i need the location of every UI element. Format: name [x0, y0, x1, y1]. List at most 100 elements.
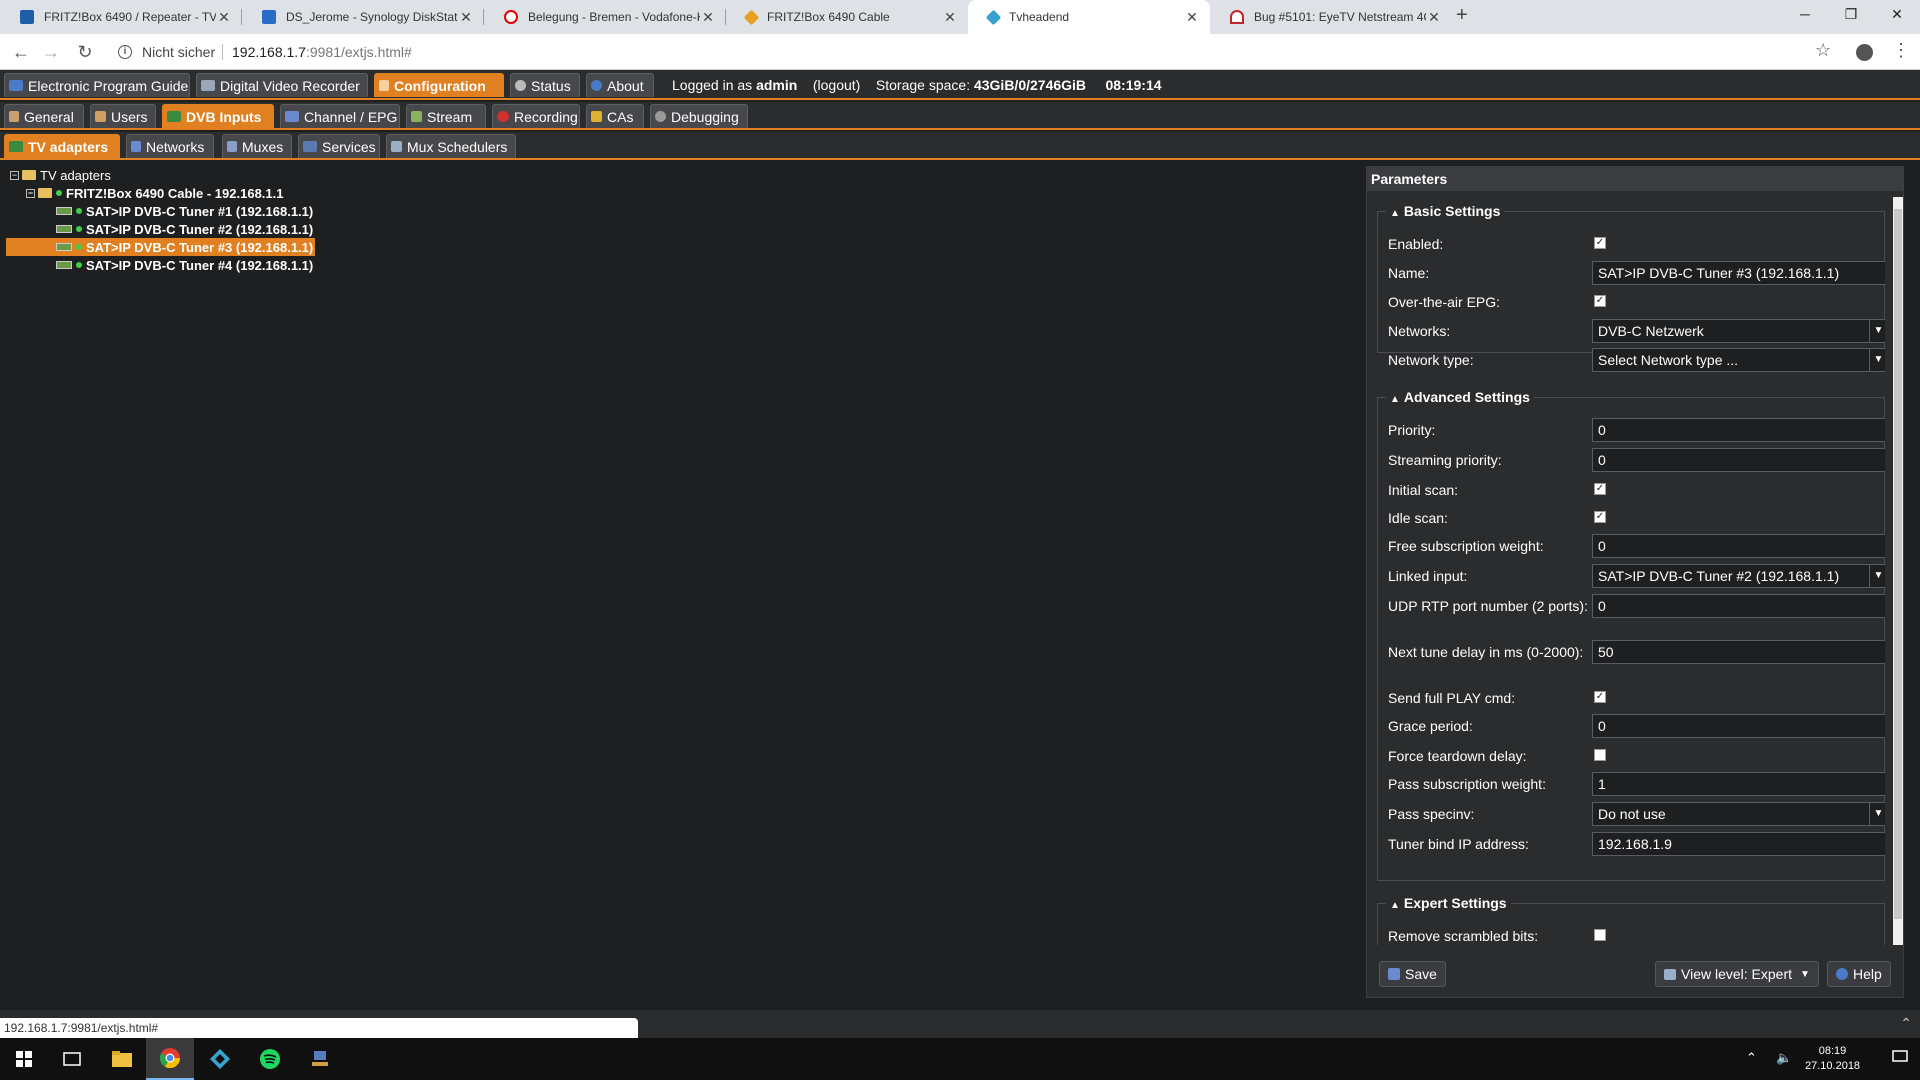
tab-debugging[interactable]: Debugging	[650, 104, 748, 128]
chrome-icon[interactable]	[146, 1038, 194, 1080]
close-icon[interactable]: ✕	[216, 9, 232, 26]
bookmark-star-icon[interactable]: ☆	[1815, 40, 1831, 61]
fritz-icon	[743, 9, 760, 25]
tree-root[interactable]: − TV adapters	[10, 166, 111, 184]
name-input[interactable]: SAT>IP DVB-C Tuner #3 (192.168.1.1)	[1592, 261, 1885, 285]
url-input[interactable]: 192.168.1.7:9981/extjs.html#	[232, 44, 412, 60]
file-explorer-icon[interactable]	[98, 1038, 146, 1080]
tab-cas[interactable]: CAs	[586, 104, 644, 128]
tab-status[interactable]: Status	[510, 73, 580, 97]
linked-input-select[interactable]: SAT>IP DVB-C Tuner #2 (192.168.1.1) ▼	[1592, 564, 1885, 588]
help-button[interactable]: Help	[1827, 961, 1891, 987]
expert-settings-toggle[interactable]: ▲ Expert Settings	[1386, 895, 1511, 911]
chevron-up-icon[interactable]: ⌃	[1900, 1015, 1912, 1032]
enabled-checkbox[interactable]: ✓	[1594, 237, 1606, 249]
maximize-icon[interactable]: ❐	[1828, 0, 1874, 30]
browser-tab[interactable]: FRITZ!Box 6490 Cable ✕	[726, 0, 968, 34]
kodi-icon[interactable]	[196, 1038, 244, 1080]
grace-period-input[interactable]: 0	[1592, 714, 1885, 738]
storage-value: 43GiB/0/2746GiB	[973, 77, 1087, 93]
tab-channel-epg[interactable]: Channel / EPG	[280, 104, 400, 128]
windows-start-icon[interactable]	[0, 1038, 48, 1080]
priority-input[interactable]: 0	[1592, 418, 1885, 442]
chevron-down-icon: ▼	[1869, 565, 1885, 587]
tab-about[interactable]: About	[586, 73, 654, 97]
network-app-icon[interactable]	[296, 1038, 344, 1080]
notification-icon[interactable]	[1892, 1050, 1908, 1067]
tune-delay-input[interactable]: 50	[1592, 640, 1885, 664]
tab-users[interactable]: Users	[90, 104, 156, 128]
browser-tab[interactable]: FRITZ!Box 6490 / Repeater - TVH ✕	[0, 0, 242, 34]
network-type-select[interactable]: Select Network type ... ▼	[1592, 348, 1885, 372]
browser-tab[interactable]: DS_Jerome - Synology DiskStatio ✕	[242, 0, 484, 34]
new-tab-icon[interactable]: +	[1456, 4, 1468, 27]
collapse-icon[interactable]: −	[10, 170, 19, 180]
reload-icon[interactable]: ↻	[72, 39, 98, 65]
browser-menu-icon[interactable]: ⋮	[1892, 40, 1910, 61]
scrambled-checkbox[interactable]	[1594, 929, 1606, 941]
specinv-select[interactable]: Do not use ▼	[1592, 802, 1885, 826]
account-icon[interactable]	[1856, 44, 1873, 61]
epg-checkbox[interactable]: ✓	[1594, 295, 1606, 307]
back-icon[interactable]: ←	[8, 39, 34, 65]
tab-networks[interactable]: Networks	[126, 134, 214, 158]
udp-port-input[interactable]: 0	[1592, 594, 1885, 618]
volume-icon[interactable]: 🔈	[1776, 1050, 1792, 1066]
pass-subscription-input[interactable]: 1	[1592, 772, 1885, 796]
browser-tab[interactable]: Belegung - Bremen - Vodafone-K ✕	[484, 0, 726, 34]
tab-stream[interactable]: Stream	[406, 104, 486, 128]
forward-icon[interactable]: →	[38, 39, 64, 65]
tray-chevron-icon[interactable]: ⌃	[1746, 1050, 1757, 1066]
task-view-icon[interactable]	[48, 1038, 96, 1080]
chevron-down-icon: ▼	[1869, 349, 1885, 371]
scrollbar-thumb[interactable]	[1894, 209, 1902, 919]
main-tabbar: Electronic Program Guide Digital Video R…	[0, 70, 1920, 100]
taskbar-clock[interactable]: 08:19 27.10.2018	[1805, 1044, 1860, 1074]
bind-ip-input[interactable]: 192.168.1.9	[1592, 832, 1885, 856]
close-icon[interactable]: ✕	[458, 9, 474, 26]
spotify-icon[interactable]	[246, 1038, 294, 1080]
browser-statusbar: 192.168.1.7:9981/extjs.html# ⌃	[0, 1010, 1920, 1038]
tab-dvr[interactable]: Digital Video Recorder	[196, 73, 368, 97]
info-icon[interactable]: i	[118, 45, 132, 59]
networks-select[interactable]: DVB-C Netzwerk ▼	[1592, 319, 1885, 343]
tree-tuner-selected[interactable]: SAT>IP DVB-C Tuner #3 (192.168.1.1)	[6, 238, 316, 256]
save-button[interactable]: Save	[1379, 961, 1446, 987]
initial-scan-checkbox[interactable]: ✓	[1594, 483, 1606, 495]
basic-settings-toggle[interactable]: ▲ Basic Settings	[1386, 203, 1505, 219]
key-icon	[591, 111, 602, 122]
close-icon[interactable]: ✕	[1184, 9, 1200, 26]
minimize-icon[interactable]: ─	[1782, 0, 1828, 30]
tree-device[interactable]: − FRITZ!Box 6490 Cable - 192.168.1.1	[26, 184, 283, 202]
field-label: Idle scan:	[1388, 510, 1448, 526]
tree-tuner[interactable]: SAT>IP DVB-C Tuner #4 (192.168.1.1)	[56, 256, 313, 274]
tab-epg[interactable]: Electronic Program Guide	[4, 73, 190, 97]
tab-services[interactable]: Services	[298, 134, 380, 158]
tab-recording[interactable]: Recording	[492, 104, 580, 128]
window-close-icon[interactable]: ✕	[1874, 0, 1920, 30]
close-icon[interactable]: ✕	[700, 9, 716, 26]
full-play-checkbox[interactable]: ✓	[1594, 691, 1606, 703]
tree-tuner[interactable]: SAT>IP DVB-C Tuner #1 (192.168.1.1)	[56, 202, 313, 220]
close-icon[interactable]: ✕	[942, 9, 958, 26]
tab-configuration[interactable]: Configuration	[374, 73, 504, 97]
idle-scan-checkbox[interactable]: ✓	[1594, 511, 1606, 523]
tab-mux-schedulers[interactable]: Mux Schedulers	[386, 134, 516, 158]
field-label: Networks:	[1388, 323, 1451, 339]
tab-dvb-inputs[interactable]: DVB Inputs	[162, 104, 274, 128]
collapse-icon[interactable]: −	[26, 188, 35, 198]
tab-muxes[interactable]: Muxes	[222, 134, 292, 158]
teardown-checkbox[interactable]	[1594, 749, 1606, 761]
tab-tv-adapters[interactable]: TV adapters	[4, 134, 120, 158]
close-icon[interactable]: ✕	[1426, 9, 1442, 26]
logout-link[interactable]: (logout)	[813, 77, 860, 93]
panel-scrollbar[interactable]	[1893, 197, 1903, 945]
view-level-button[interactable]: View level: Expert ▼	[1655, 961, 1819, 987]
streaming-priority-input[interactable]: 0	[1592, 448, 1885, 472]
advanced-settings-toggle[interactable]: ▲ Advanced Settings	[1386, 389, 1534, 405]
free-subscription-input[interactable]: 0	[1592, 534, 1885, 558]
browser-tab[interactable]: Bug #5101: EyeTV Netstream 4C ✕	[1210, 0, 1452, 34]
tab-general[interactable]: General	[4, 104, 84, 128]
tree-tuner[interactable]: SAT>IP DVB-C Tuner #2 (192.168.1.1)	[56, 220, 313, 238]
browser-tab-active[interactable]: Tvheadend ✕	[968, 0, 1210, 34]
